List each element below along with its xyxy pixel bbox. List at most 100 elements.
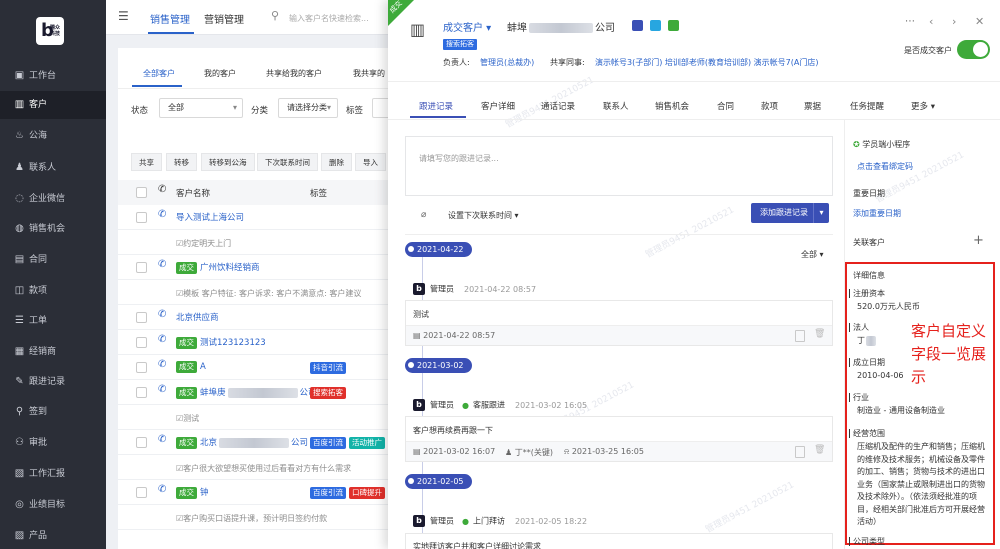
tab-sales[interactable]: 销售管理 (150, 11, 190, 26)
add-related-icon[interactable]: + (973, 233, 984, 248)
sidebar-item-11[interactable]: ⚲ 签到 (0, 398, 106, 426)
subtab-shared-to-me[interactable]: 共享给我的客户 (266, 68, 322, 79)
table-row[interactable]: ✆ 北京供应商 (118, 305, 396, 330)
customer-name[interactable]: 导入测试上海公司 (176, 211, 244, 223)
sidebar-item-9[interactable]: ▦ 经销商 (0, 338, 106, 366)
table-row[interactable]: ✆ 成交 广州饮料经销商 (118, 255, 396, 280)
next-icon[interactable]: › (952, 15, 956, 28)
select-all-checkbox[interactable] (136, 187, 147, 198)
row-checkbox[interactable] (136, 262, 147, 273)
category-select[interactable]: 请选择分类▾ (278, 98, 338, 118)
phone-icon[interactable]: ✆ (158, 209, 166, 220)
phone-icon[interactable]: ✆ (158, 359, 166, 370)
customer-name[interactable]: 成交 蚌埠庚 公司 (176, 386, 317, 399)
customer-name[interactable]: 成交 测试123123123 (176, 336, 266, 349)
phone-icon[interactable]: ✆ (158, 384, 166, 395)
close-icon[interactable]: ✕ (975, 15, 984, 28)
customer-name[interactable]: 成交钟 (176, 486, 209, 499)
search-input[interactable]: 输入客户名快速检索... (289, 13, 369, 24)
sidebar-item-2[interactable]: ♨ 公海 (0, 122, 106, 150)
transfer-button[interactable]: 转移 (166, 153, 197, 171)
timeline-filter[interactable]: 全部 ▾ (801, 249, 824, 260)
table-row[interactable]: ✆ 成交钟 百度引流 口碑提升 (118, 480, 396, 505)
sidebar-item-12[interactable]: ⚇ 审批 (0, 429, 106, 457)
sidebar-item-0[interactable]: ▣ 工作台 (0, 62, 106, 90)
more-icon[interactable]: ⋯ (905, 16, 915, 27)
bind-code-link[interactable]: 点击查看绑定码 (857, 161, 913, 172)
attachment-icon[interactable]: ⌀ (421, 210, 426, 220)
detail-tab-6[interactable]: 款项 (761, 100, 778, 112)
trash-icon[interactable]: 🗑 (814, 329, 825, 339)
owner-link[interactable]: 管理员(总裁办) (480, 57, 534, 68)
customer-name[interactable]: 成交 A (176, 361, 206, 373)
status-select[interactable]: 全部 ▾ (159, 98, 243, 118)
customer-name[interactable]: 成交 广州饮料经销商 (176, 261, 260, 274)
share-button[interactable]: 共享 (131, 153, 162, 171)
sidebar-item-13[interactable]: ▧ 工作汇报 (0, 460, 106, 488)
next-contact-dropdown[interactable]: 设置下次联系时间 ▾ (448, 210, 519, 221)
move-to-sea-button[interactable]: 转移到公海 (201, 153, 255, 171)
phone-icon[interactable]: ✆ (158, 259, 166, 270)
detail-tab-2[interactable]: 通话记录 (541, 100, 575, 112)
subtab-i-shared[interactable]: 我共享的 (353, 68, 385, 79)
phone-icon[interactable]: ✆ (158, 309, 166, 320)
add-followup-button[interactable]: 添加跟进记录 (751, 203, 817, 223)
table-row[interactable]: ✆ 成交 北京 公司 百度引流 活动推广 (118, 430, 396, 455)
sidebar-item-8[interactable]: ☰ 工单 (0, 307, 106, 335)
detail-tab-1[interactable]: 客户详细 (481, 100, 515, 112)
row-checkbox[interactable] (136, 487, 147, 498)
deal-toggle[interactable] (957, 40, 990, 59)
phone-icon[interactable]: ✆ (158, 334, 166, 345)
menu-toggle-icon[interactable]: ☰ (118, 9, 129, 23)
table-row[interactable]: ✆ 成交 测试123123123 (118, 330, 396, 355)
edit-icon[interactable] (795, 330, 805, 342)
sidebar-item-5[interactable]: ◍ 销售机会 (0, 215, 106, 243)
edit-icon[interactable] (795, 446, 805, 458)
detail-tab-0[interactable]: 跟进记录 (419, 100, 453, 112)
phone-icon[interactable]: ✆ (158, 484, 166, 495)
detail-tab-8[interactable]: 任务提醒 (850, 100, 884, 112)
trash-icon[interactable]: 🗑 (814, 445, 825, 455)
delete-button[interactable]: 删除 (321, 153, 352, 171)
customer-name[interactable]: 北京供应商 (176, 311, 219, 323)
customer-status-select[interactable]: 成交客户 ▾ (443, 19, 491, 34)
colleagues-links[interactable]: 演示帐号3(子部门) 培训部老师(教育培训部) 演示帐号7(A门店) (595, 57, 818, 68)
prev-icon[interactable]: ‹ (929, 15, 933, 28)
mail-badge-icon[interactable] (668, 20, 679, 31)
sidebar-item-14[interactable]: ◎ 业绩目标 (0, 491, 106, 519)
row-checkbox[interactable] (136, 362, 147, 373)
sidebar-item-3[interactable]: ♟ 联系人 (0, 154, 106, 182)
sidebar-item-7[interactable]: ◫ 款项 (0, 277, 106, 305)
row-checkbox[interactable] (136, 337, 147, 348)
add-followup-dropdown[interactable]: ▾ (813, 203, 829, 223)
followup-editor[interactable]: 请填写您的跟进记录... (405, 136, 833, 196)
detail-tab-7[interactable]: 票据 (804, 100, 821, 112)
row-checkbox[interactable] (136, 387, 147, 398)
customer-name[interactable]: 成交 北京 公司 (176, 436, 308, 449)
next-contact-button[interactable]: 下次联系时间 (257, 153, 318, 171)
add-date-link[interactable]: 添加重要日期 (853, 208, 901, 219)
tab-marketing[interactable]: 营销管理 (204, 11, 244, 26)
row-checkbox[interactable] (136, 312, 147, 323)
phone-icon[interactable]: ✆ (158, 434, 166, 445)
phone-badge-icon[interactable] (632, 20, 643, 31)
table-row[interactable]: ✆ 成交 A 抖音引流 (118, 355, 396, 380)
detail-tab-9[interactable]: 更多 ▾ (911, 100, 935, 112)
table-row[interactable]: ✆ 成交 蚌埠庚 公司 搜索拓客 (118, 380, 396, 405)
sidebar-item-6[interactable]: ▤ 合同 (0, 246, 106, 274)
sidebar-item-15[interactable]: ▨ 产品 (0, 522, 106, 549)
row-checkbox[interactable] (136, 437, 147, 448)
sidebar-item-4[interactable]: ◌ 企业微信 (0, 185, 106, 213)
table-row[interactable]: ✆ 导入测试上海公司 (118, 205, 396, 230)
import-button[interactable]: 导入 (355, 153, 386, 171)
subtab-mine[interactable]: 我的客户 (204, 68, 236, 79)
subtab-all[interactable]: 全部客户 (143, 68, 175, 79)
sidebar-item-10[interactable]: ✎ 跟进记录 (0, 368, 106, 396)
row-checkbox[interactable] (136, 212, 147, 223)
detail-tab-3[interactable]: 联系人 (603, 100, 629, 112)
detail-tab-4[interactable]: 销售机会 (655, 100, 689, 112)
chat-badge-icon[interactable] (650, 20, 661, 31)
sidebar-item-1[interactable]: ▥ 客户 (0, 91, 106, 119)
app-logo[interactable]: b 腾众科技 (36, 17, 64, 45)
detail-tab-5[interactable]: 合同 (717, 100, 734, 112)
